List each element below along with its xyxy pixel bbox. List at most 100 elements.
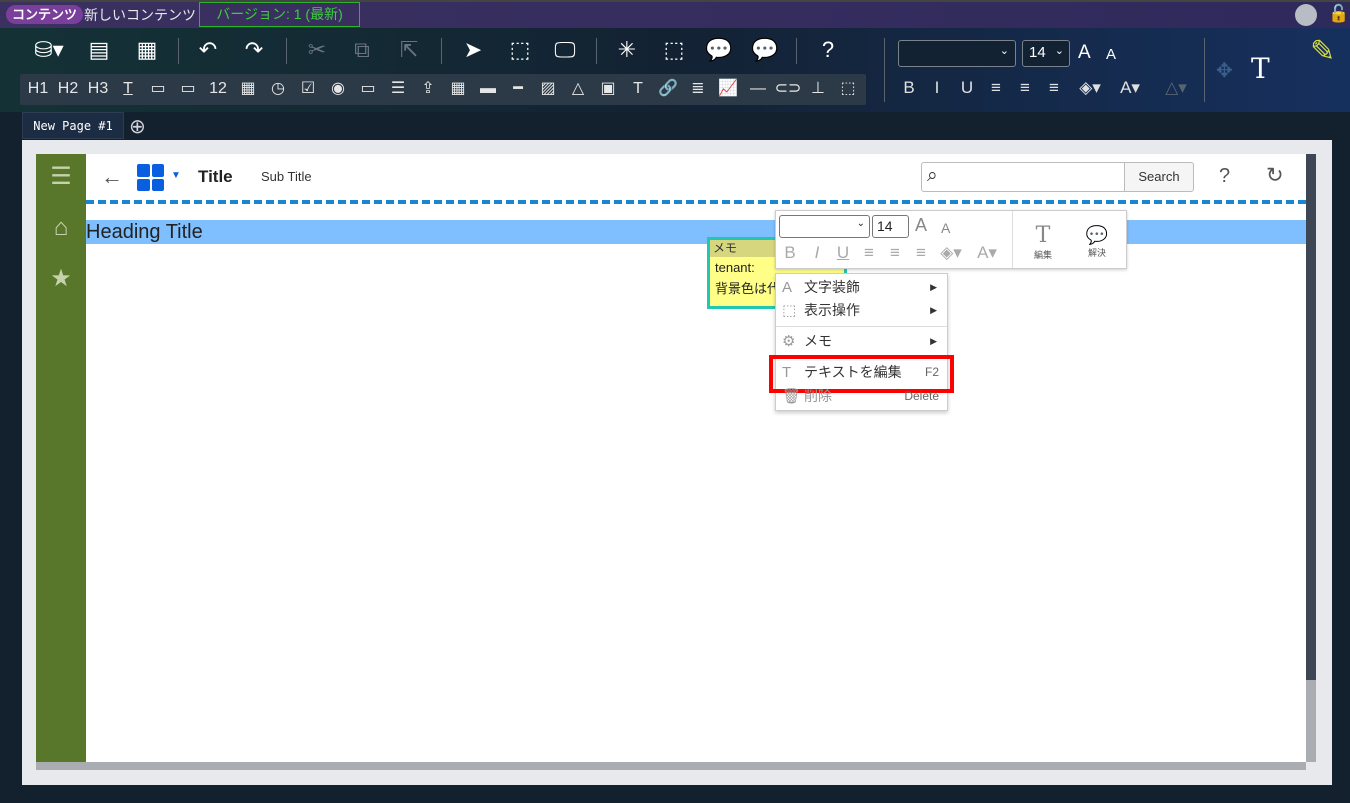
align-left-icon[interactable]: ≡ [984,78,1008,98]
shapes-icon[interactable]: △ [564,77,592,101]
help-icon[interactable]: ? [1219,165,1230,188]
context-menu-item[interactable]: A 文字装飾 ▶ [776,276,947,299]
mini-underline-icon[interactable]: U [832,243,854,263]
bold-icon[interactable]: B [897,78,921,98]
mini-fill-color-icon[interactable]: ◈▾ [936,243,966,263]
data-source-icon[interactable]: ⛁▾ [24,37,74,63]
add-tab-icon[interactable]: ⊕ [129,114,146,139]
comment-edit-icon[interactable]: 💬 [704,37,734,63]
vertical-scrollbar[interactable] [1306,154,1316,680]
ungroup-icon[interactable]: ⇱ [394,37,424,63]
mini-font-color-icon[interactable]: A▾ [972,243,1002,263]
preview-monitor-icon[interactable]: 🖵 [550,37,580,63]
line-icon[interactable]: — [744,77,772,101]
font-size-select[interactable]: 14 ⌄ [1022,40,1070,67]
shape-style-icon[interactable]: △▾ [1158,78,1194,98]
font-family-select[interactable]: ⌄ [898,40,1016,67]
app-grid-icon[interactable] [137,164,164,191]
placeholder-icon[interactable]: ⬚ [834,77,862,101]
menu-icon[interactable]: ☰ [36,162,86,191]
mini-align-right-icon[interactable]: ≡ [910,243,932,263]
toggle-icon[interactable]: ⊂⊃ [774,77,802,101]
resolve-comment-icon: 💬 [1085,225,1109,245]
listbox-icon[interactable]: ☰ [384,77,412,101]
sidebar [36,154,86,762]
user-avatar[interactable] [1295,4,1317,26]
font-size-value: 14 [1029,44,1046,61]
checkbox-icon[interactable]: ☑ [294,77,322,101]
context-menu-item[interactable]: 🗑 削除 Delete [776,385,947,408]
separator-input-icon[interactable]: ▭ [144,77,172,101]
tree-icon[interactable]: ⊥ [804,77,832,101]
search-button[interactable]: Search [1124,162,1194,192]
export-sheet-icon[interactable]: ▦ [132,37,162,63]
back-arrow-icon[interactable]: ← [101,164,123,190]
submenu-arrow-icon: ▶ [930,336,937,346]
button-icon[interactable]: ▬ [474,77,502,101]
align-right-icon[interactable]: ≡ [1042,78,1066,98]
time-input-icon[interactable]: ◷ [264,77,292,101]
help-icon[interactable]: ? [813,37,843,63]
comment-settings-icon[interactable]: 💬 [750,37,780,63]
context-menu-item[interactable]: ⚙ メモ ▶ [776,330,947,353]
link-icon[interactable]: 🔗 [654,77,682,101]
mini-align-left-icon[interactable]: ≡ [858,243,880,263]
redo-icon[interactable]: ↷ [239,37,269,63]
mini-grow-font-icon[interactable]: A [915,215,927,236]
tab-new-page-1[interactable]: New Page #1 [22,112,124,139]
list-icon[interactable]: ≣ [684,77,712,101]
mini-italic-icon[interactable]: I [806,243,828,263]
refresh-icon[interactable]: ↻ [1266,163,1284,188]
number-input-icon[interactable]: 12 [204,77,232,101]
text-tool-button[interactable]: T [1251,52,1270,85]
date-input-icon[interactable]: ▦ [234,77,262,101]
loading-icon[interactable]: ✳ [612,37,642,63]
edit-mode-icon[interactable]: ✎ [1310,34,1335,69]
align-center-icon[interactable]: ≡ [1013,78,1037,98]
image-icon[interactable]: ▨ [534,77,562,101]
chart-icon[interactable]: 📈 [714,77,742,101]
group-icon[interactable]: ⧉ [347,37,377,63]
cut-icon[interactable]: ✂ [302,37,332,63]
grow-font-button[interactable]: A [1078,42,1091,64]
select-pointer-icon[interactable]: ➤ [458,37,488,63]
mini-font-size-select[interactable]: 14 [872,215,909,238]
mini-align-center-icon[interactable]: ≡ [884,243,906,263]
h1-icon[interactable]: H1 [24,77,52,101]
horizontal-scrollbar[interactable] [36,762,1306,770]
context-menu-item[interactable]: T テキストを編集 F2 [776,361,947,384]
textarea-icon[interactable]: ▭ [174,77,202,101]
radio-icon[interactable]: ◉ [324,77,352,101]
underline-icon[interactable]: U [955,78,979,98]
h3-icon[interactable]: H3 [84,77,112,101]
h2-icon[interactable]: H2 [54,77,82,101]
table-icon[interactable]: ▦ [444,77,472,101]
text-icon[interactable]: T [624,77,652,101]
text-input-icon[interactable]: T̲ [114,77,142,101]
shrink-font-button[interactable]: A [1106,46,1116,63]
area-settings-icon[interactable]: ⬚ [659,37,689,63]
mini-edit-button[interactable]: T 編集 [1028,223,1058,261]
fill-color-icon[interactable]: ◈▾ [1072,78,1108,98]
html-code-icon[interactable]: ▤ [84,37,114,63]
italic-icon[interactable]: I [925,78,949,98]
mini-shrink-font-icon[interactable]: A [941,220,950,236]
mini-resolve-button[interactable]: 💬 解決 [1082,225,1112,259]
caret-down-icon[interactable]: ▼ [171,170,181,181]
star-icon[interactable]: ★ [36,264,86,293]
search-input[interactable]: ⌕ [921,162,1125,192]
frame-icon[interactable]: ▣ [594,77,622,101]
file-upload-icon[interactable]: ⇪ [414,77,442,101]
context-menu-item[interactable]: ⬚ 表示操作 ▶ [776,299,947,322]
undo-icon[interactable]: ↶ [193,37,223,63]
slider-icon[interactable]: ━ [504,77,532,101]
font-color-icon[interactable]: A▾ [1112,78,1148,98]
select-box-icon[interactable]: ▭ [354,77,382,101]
select-area-icon[interactable]: ⬚ [505,37,535,63]
unlock-icon[interactable]: 🔓 [1328,4,1349,24]
move-icon[interactable]: ✥ [1216,58,1233,83]
mini-bold-icon[interactable]: B [779,243,801,263]
floating-format-toolbar: ⌄ 14 A A B I U ≡ ≡ ≡ ◈▾ A▾ T 編集 💬 解決 [775,210,1127,269]
mini-font-family-select[interactable]: ⌄ [779,215,870,238]
home-icon[interactable]: ⌂ [36,214,86,242]
